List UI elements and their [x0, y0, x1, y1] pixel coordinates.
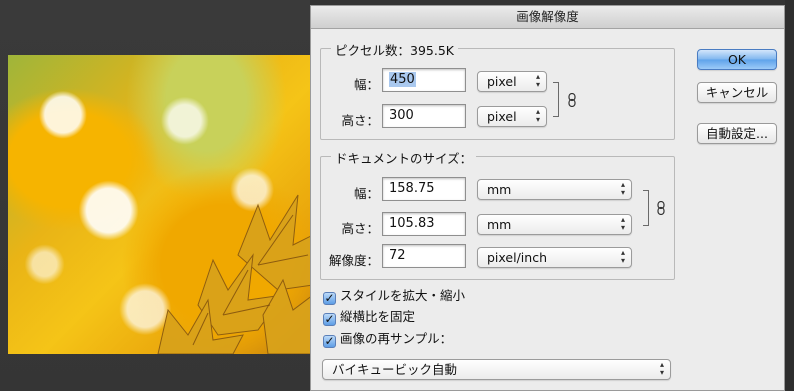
resolution-label: 解像度： [328, 253, 379, 268]
chain-link-icon [657, 201, 665, 215]
checkmark-icon: ✓ [323, 334, 336, 348]
pixel-width-unit-value: pixel [487, 74, 517, 89]
cancel-button[interactable]: キャンセル [697, 82, 777, 103]
pixel-width-input[interactable]: 450 [382, 68, 466, 92]
chevron-updown-icon: ▴ ▾ [535, 72, 540, 89]
chevron-updown-icon: ▴ ▾ [620, 180, 625, 197]
doc-height-input[interactable]: 105.83 [382, 212, 466, 236]
pixel-dimensions-title: ピクセル数：395.5K [331, 40, 458, 59]
resample-method-select[interactable]: バイキュービック自動 ▴ ▾ [322, 359, 671, 380]
image-size-dialog: 画像解像度 ピクセル数：395.5K 幅： 450 pixel ▴ ▾ 高さ： 3… [310, 5, 785, 391]
doc-height-unit-select[interactable]: mm ▴ ▾ [477, 214, 632, 235]
pixel-width-value: 450 [389, 72, 416, 87]
resample-checkbox[interactable]: ✓ 画像の再サンプル： [323, 330, 452, 348]
doc-width-label: 幅： [353, 186, 379, 201]
scale-styles-label: スタイルを拡大・縮小 [340, 288, 466, 303]
resample-label: 画像の再サンプル： [340, 331, 453, 346]
pixel-width-unit-select[interactable]: pixel ▴ ▾ [477, 71, 547, 92]
checkmark-icon: ✓ [323, 291, 336, 305]
constrain-proportions-label: 縦横比を固定 [340, 309, 416, 324]
chevron-updown-icon: ▴ ▾ [535, 107, 540, 124]
auto-button[interactable]: 自動設定... [697, 123, 777, 144]
pixel-height-value: 300 [389, 108, 414, 123]
pixel-width-label: 幅： [353, 77, 379, 92]
document-image [8, 55, 313, 354]
resolution-value: 72 [389, 248, 406, 263]
ok-button[interactable]: OK [697, 49, 777, 70]
resample-method-value: バイキュービック自動 [332, 362, 458, 377]
dialog-title: 画像解像度 [311, 6, 784, 29]
chain-link-icon [568, 93, 576, 107]
constrain-proportions-checkbox[interactable]: ✓ 縦横比を固定 [323, 308, 415, 326]
doc-height-unit-value: mm [487, 217, 512, 232]
doc-width-input[interactable]: 158.75 [382, 177, 466, 201]
doc-width-unit-value: mm [487, 182, 512, 197]
resolution-unit-value: pixel/inch [487, 250, 547, 265]
resolution-unit-select[interactable]: pixel/inch ▴ ▾ [477, 247, 632, 268]
resolution-input[interactable]: 72 [382, 244, 466, 268]
pixel-height-unit-value: pixel [487, 109, 517, 124]
doc-height-value: 105.83 [389, 216, 435, 231]
checkmark-icon: ✓ [323, 312, 336, 326]
pixel-link-bracket [553, 82, 559, 117]
doc-height-label: 高さ： [341, 221, 379, 236]
pixel-height-input[interactable]: 300 [382, 104, 466, 128]
chevron-updown-icon: ▴ ▾ [659, 360, 664, 377]
app-canvas-edge [785, 0, 794, 391]
pixel-height-unit-select[interactable]: pixel ▴ ▾ [477, 106, 547, 127]
doc-width-value: 158.75 [389, 181, 435, 196]
chevron-updown-icon: ▴ ▾ [620, 248, 625, 265]
document-link-bracket [643, 190, 649, 226]
chevron-updown-icon: ▴ ▾ [620, 215, 625, 232]
maple-leaves-image [157, 194, 313, 354]
document-size-title: ドキュメントのサイズ： [331, 148, 477, 167]
doc-width-unit-select[interactable]: mm ▴ ▾ [477, 179, 632, 200]
scale-styles-checkbox[interactable]: ✓ スタイルを拡大・縮小 [323, 287, 465, 305]
pixel-height-label: 高さ： [341, 113, 379, 128]
